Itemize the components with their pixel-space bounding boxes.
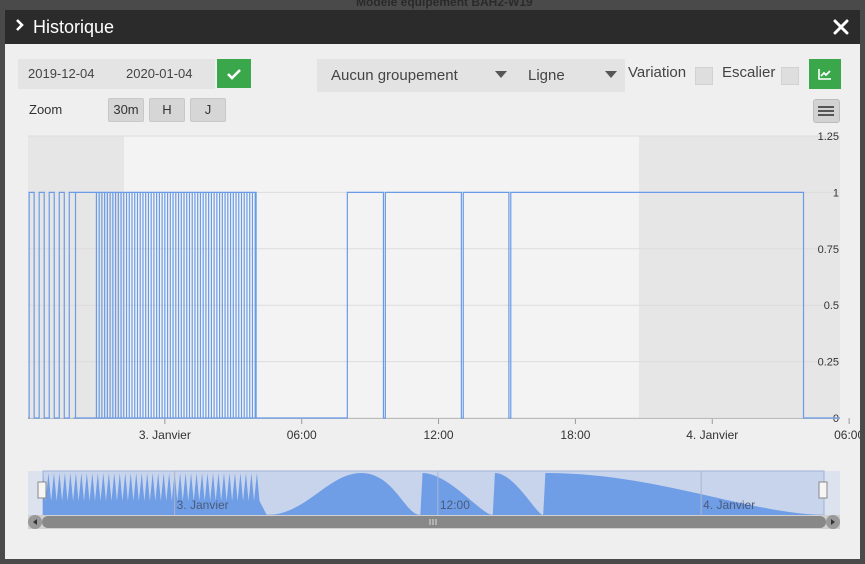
chart-menu-button[interactable] [813, 99, 840, 123]
close-icon[interactable] [833, 19, 849, 35]
navigator-labels: 3. Janvier 12:00 4. Janvier [174, 471, 755, 515]
history-chart[interactable]: 1.25 1 0.75 0.5 0.25 0 3. Janvier 06:00 12:00 18… [5, 10, 860, 559]
series-line [28, 191, 840, 419]
chevron-right-icon [16, 19, 24, 31]
y-tick-label: 0.25 [818, 357, 839, 369]
grouping-select[interactable]: Aucun groupement [317, 59, 515, 92]
escalier-checkbox[interactable] [781, 67, 799, 85]
chart-type-select-value: Ligne [528, 67, 565, 84]
modal-titlebar: Historique [5, 10, 860, 44]
y-tick-label: 1 [833, 187, 839, 199]
validate-dates-button[interactable] [217, 59, 251, 88]
line-chart-icon [818, 69, 831, 80]
x-tick-label: 18:00 [560, 428, 590, 442]
zoom-30m-button[interactable]: 30m [108, 98, 144, 122]
scroll-left-arrow-icon [28, 515, 42, 529]
end-date-field[interactable]: 2020-01-04 [116, 59, 215, 89]
grid-lines [28, 135, 840, 419]
chart-type-select[interactable]: Ligne [515, 59, 625, 92]
start-date-field[interactable]: 2019-12-04 [18, 59, 116, 89]
chart-view-button[interactable] [809, 59, 841, 89]
grouping-select-value: Aucun groupement [331, 67, 458, 84]
x-axis-ticks: 3. Janvier 06:00 12:00 18:00 4. Janvier 06:00 [28, 418, 860, 442]
y-axis-ticks: 1.25 1 0.75 0.5 0.25 0 [818, 131, 839, 425]
navigator-window [42, 470, 825, 516]
navigator-background [28, 471, 840, 515]
variation-checkbox[interactable] [695, 67, 713, 85]
zoom-label: Zoom [29, 102, 63, 117]
x-tick-label: 4. Janvier [686, 428, 738, 442]
check-icon [227, 68, 241, 80]
x-tick-label: 3. Janvier [139, 428, 191, 442]
navigator-label: 4. Janvier [703, 498, 755, 512]
chevron-down-icon [605, 71, 617, 78]
chevron-down-icon [495, 71, 507, 78]
navigator-label: 12:00 [440, 498, 470, 512]
zoom-hour-button[interactable]: H [149, 98, 185, 122]
navigator-series-area [43, 473, 824, 515]
history-modal: Historique 2019-12-04 2020-01-04 Aucun g… [5, 10, 860, 559]
y-tick-label: 0 [833, 413, 839, 425]
night-band [639, 136, 840, 418]
variation-label: Variation [628, 64, 687, 81]
navigator-left-handle [37, 481, 47, 499]
night-band [28, 136, 124, 418]
background-page-title: Modèle équipement BAH2-W19 [356, 0, 533, 9]
plot-background [28, 136, 840, 418]
y-tick-label: 0.5 [824, 300, 839, 312]
navigator-right-handle [818, 481, 828, 499]
y-tick-label: 0.75 [818, 244, 839, 256]
x-tick-label: 06:00 [834, 428, 860, 442]
navigator-label: 3. Janvier [177, 498, 229, 512]
hamburger-menu-icon [818, 106, 834, 116]
escalier-label: Escalier [722, 64, 776, 81]
x-tick-label: 12:00 [424, 428, 454, 442]
x-tick-label: 06:00 [287, 428, 317, 442]
modal-title: Historique [33, 17, 115, 37]
scrollbar-track [28, 515, 840, 529]
series-line-path [28, 191, 840, 419]
scrollbar-thumb [42, 516, 826, 528]
zoom-day-button[interactable]: J [190, 98, 226, 122]
y-tick-label: 1.25 [818, 131, 839, 143]
scroll-right-arrow-icon [826, 515, 840, 529]
